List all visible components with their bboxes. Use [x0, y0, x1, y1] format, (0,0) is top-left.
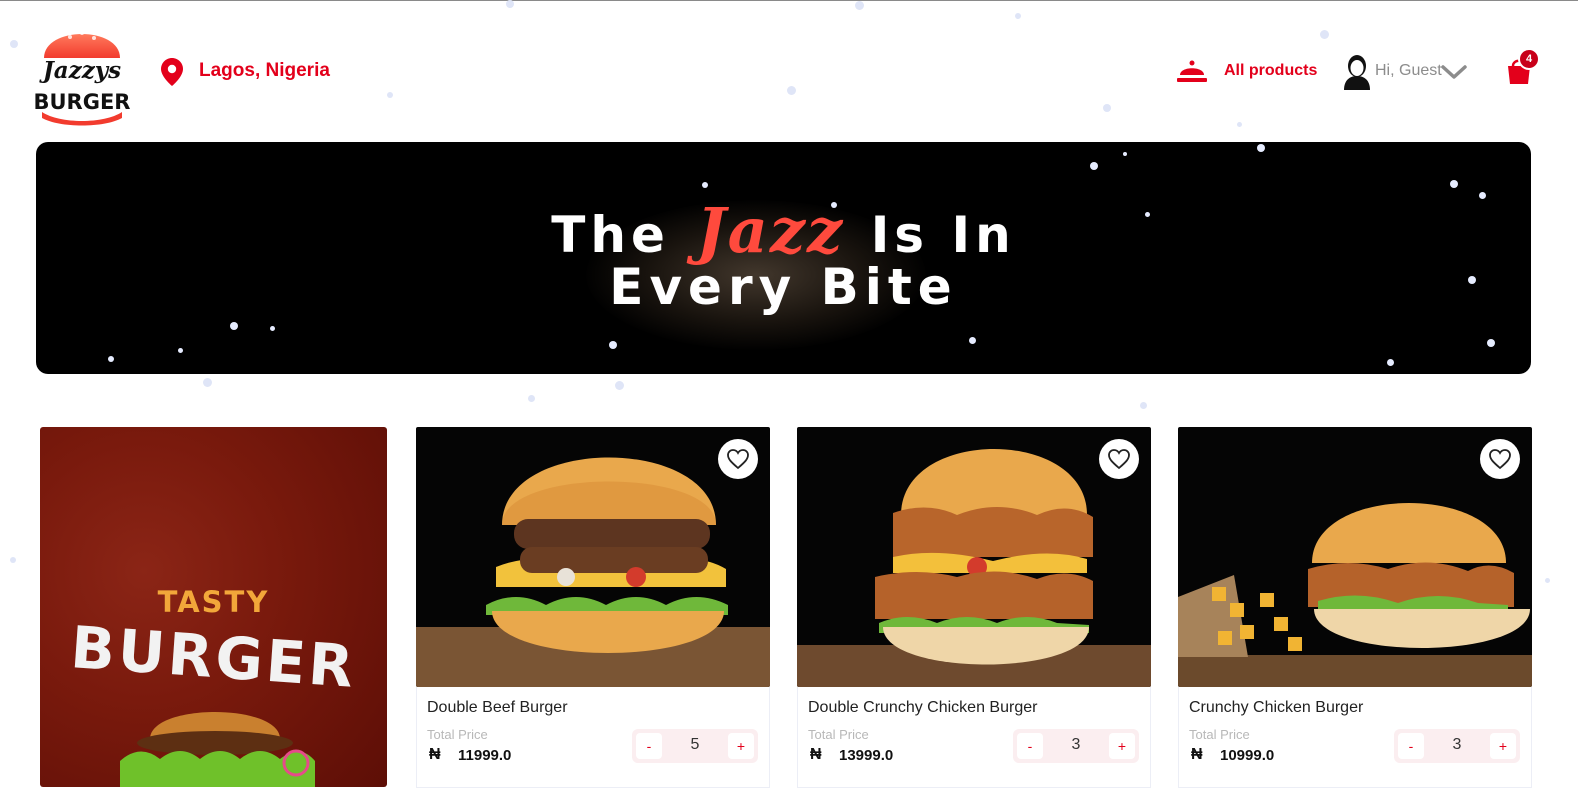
quantity-value: 3 — [1452, 736, 1462, 753]
star-dot — [609, 341, 617, 349]
bell-icon[interactable] — [1177, 58, 1207, 86]
star-dot — [270, 326, 275, 331]
price-label: Total Price — [1189, 727, 1250, 742]
decrease-quantity-button[interactable]: - — [1017, 733, 1043, 759]
bg-dot — [1140, 402, 1147, 409]
decrease-quantity-button[interactable]: - — [636, 733, 662, 759]
decrease-quantity-button[interactable]: - — [1398, 733, 1424, 759]
cart-count-badge: 4 — [1518, 48, 1540, 70]
favorite-heart-button[interactable] — [1480, 439, 1520, 479]
product-card-crunchy-chicken[interactable]: Crunchy Chicken Burger Total Price ₦ 109… — [1178, 427, 1532, 788]
user-avatar-icon[interactable] — [1342, 54, 1372, 90]
currency-symbol: ₦ — [1191, 746, 1203, 763]
user-greeting[interactable]: Hi, Guest — [1375, 62, 1442, 80]
bg-dot — [10, 557, 16, 563]
favorite-heart-button[interactable] — [718, 439, 758, 479]
price-label: Total Price — [808, 727, 869, 742]
bg-dot — [387, 92, 393, 98]
bg-dot — [506, 0, 514, 8]
hero-headline-line1: The Jazz Is In — [36, 194, 1531, 267]
hero-word-is-in: Is In — [870, 206, 1016, 264]
increase-quantity-button[interactable]: + — [1490, 733, 1516, 759]
price-label: Total Price — [427, 727, 488, 742]
promo-burger-text: BURGER — [68, 613, 359, 701]
star-dot — [1450, 180, 1458, 188]
favorite-heart-button[interactable] — [1099, 439, 1139, 479]
quantity-stepper: - 3 + — [1013, 729, 1139, 763]
bg-dot — [528, 395, 535, 402]
quantity-value: 5 — [690, 736, 700, 753]
promo-burger-image — [120, 712, 315, 787]
currency-symbol: ₦ — [810, 746, 822, 763]
hero-headline-line2: Every Bite — [609, 258, 958, 316]
all-products-link[interactable]: All products — [1224, 62, 1317, 80]
star-dot — [1387, 359, 1394, 366]
logo-word: BURGER — [34, 90, 131, 114]
location-text[interactable]: Lagos, Nigeria — [199, 60, 330, 82]
top-border — [0, 0, 1578, 1]
bg-dot — [855, 1, 864, 10]
bg-dot — [615, 381, 624, 390]
location-pin-icon — [161, 58, 183, 86]
chevron-down-icon[interactable] — [1441, 64, 1467, 80]
promo-card[interactable]: TASTY BURGER — [40, 427, 387, 787]
increase-quantity-button[interactable]: + — [1109, 733, 1135, 759]
logo-script: Jazzys — [39, 57, 121, 84]
bg-dot — [1015, 13, 1021, 19]
product-name[interactable]: Double Beef Burger — [427, 699, 568, 717]
bg-dot — [1237, 122, 1242, 127]
star-dot — [230, 322, 238, 330]
heart-icon — [1489, 449, 1511, 470]
hero-word-the: The — [551, 206, 670, 264]
product-image[interactable] — [1178, 427, 1532, 687]
star-dot — [702, 182, 708, 188]
product-image[interactable] — [797, 427, 1151, 687]
star-dot — [1257, 144, 1265, 152]
star-dot — [1123, 152, 1127, 156]
bg-dot — [787, 86, 796, 95]
currency-symbol: ₦ — [429, 746, 441, 763]
star-dot — [178, 348, 183, 353]
product-image[interactable] — [416, 427, 770, 687]
product-card-double-beef[interactable]: Double Beef Burger Total Price ₦ 11999.0… — [416, 427, 770, 788]
heart-icon — [727, 449, 749, 470]
product-price: 11999.0 — [458, 747, 512, 764]
product-card-double-crunchy-chicken[interactable]: Double Crunchy Chicken Burger Total Pric… — [797, 427, 1151, 788]
product-price: 10999.0 — [1220, 747, 1275, 764]
quantity-value: 3 — [1071, 736, 1081, 753]
bg-dot — [203, 378, 212, 387]
hero-word-jazz: Jazz — [696, 194, 845, 267]
star-dot — [1487, 339, 1495, 347]
hero-banner: The Jazz Is In Every Bite — [36, 142, 1531, 374]
star-dot — [108, 356, 114, 362]
star-dot — [1090, 162, 1098, 170]
product-name[interactable]: Crunchy Chicken Burger — [1189, 699, 1363, 717]
increase-quantity-button[interactable]: + — [728, 733, 754, 759]
heart-icon — [1108, 449, 1130, 470]
bg-dot — [1320, 30, 1329, 39]
bg-dot — [1103, 104, 1111, 112]
product-name[interactable]: Double Crunchy Chicken Burger — [808, 699, 1037, 717]
star-dot — [969, 337, 976, 344]
bg-dot — [10, 40, 18, 48]
brand-logo[interactable]: Jazzys BURGER — [30, 14, 134, 128]
quantity-stepper: - 3 + — [1394, 729, 1520, 763]
product-price: 13999.0 — [839, 747, 894, 764]
quantity-stepper: - 5 + — [632, 729, 758, 763]
bg-dot — [1545, 578, 1550, 583]
